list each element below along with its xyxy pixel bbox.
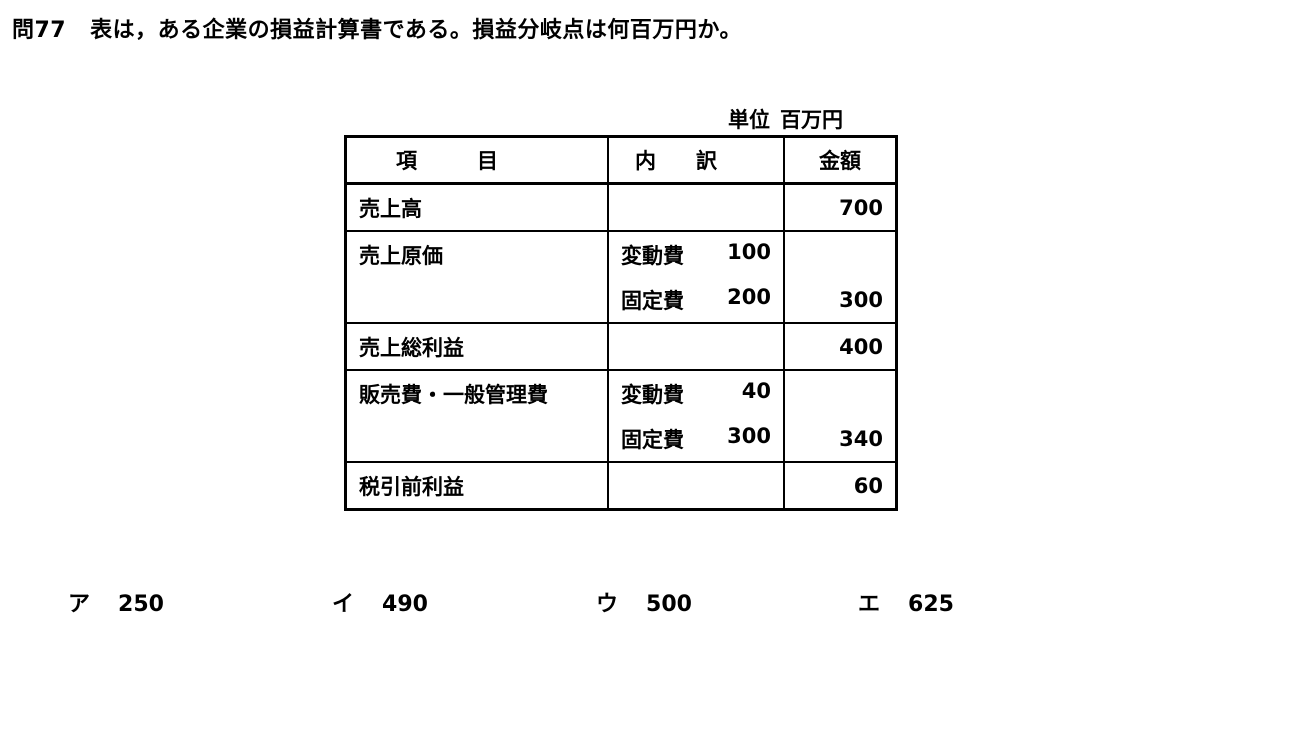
row-amount: 700 — [783, 183, 898, 232]
row-breakdown: 固定費 200 — [607, 277, 785, 324]
row-breakdown — [607, 462, 785, 510]
choice-key: イ — [332, 592, 355, 617]
row-item: 売上高 — [344, 183, 609, 232]
breakdown-label: 固定費 — [621, 288, 684, 313]
choice-a[interactable]: ア 250 — [68, 586, 164, 618]
table-row: 販売費・一般管理費 変動費 40 — [344, 370, 898, 416]
row-amount: 300 — [783, 277, 898, 324]
question-number: 問77 — [12, 18, 67, 43]
choice-e[interactable]: エ 625 — [858, 586, 954, 618]
row-amount: 340 — [783, 416, 898, 463]
header-amount: 金額 — [783, 136, 898, 185]
choice-key: エ — [858, 592, 881, 617]
table-row: 売上原価 変動費 100 — [344, 231, 898, 277]
row-item: 販売費・一般管理費 — [344, 370, 609, 416]
row-item — [344, 416, 609, 463]
question-text: 表は，ある企業の損益計算書である。損益分岐点は何百万円か。 — [90, 18, 742, 43]
breakdown-label: 変動費 — [621, 382, 684, 407]
breakdown-value: 40 — [741, 378, 771, 403]
unit-caption: 単位 — [728, 108, 770, 132]
row-breakdown — [607, 183, 785, 232]
choice-value: 250 — [118, 592, 164, 617]
choice-value: 490 — [382, 592, 428, 617]
answer-choices: ア 250 イ 490 ウ 500 エ 625 — [0, 586, 1290, 618]
row-item — [344, 277, 609, 324]
row-amount: 60 — [783, 462, 898, 510]
unit-label: 単位 百万円 — [728, 104, 843, 134]
table-row: 固定費 300 340 — [344, 416, 898, 463]
row-amount: 400 — [783, 323, 898, 371]
row-amount — [783, 370, 898, 416]
row-item: 売上総利益 — [344, 323, 609, 371]
table-row: 税引前利益 60 — [344, 462, 898, 510]
income-statement-table: 項目 内訳 金額 売上高 700 売上原価 変動費 100 固定費 200 300 … — [344, 135, 898, 511]
breakdown-value: 300 — [727, 423, 771, 448]
choice-u[interactable]: ウ 500 — [596, 586, 692, 618]
header-breakdown: 内訳 — [607, 136, 785, 185]
choice-i[interactable]: イ 490 — [332, 586, 428, 618]
header-item: 項目 — [344, 136, 609, 185]
choice-key: ア — [68, 592, 91, 617]
row-item: 税引前利益 — [344, 462, 609, 510]
row-item: 売上原価 — [344, 231, 609, 277]
row-amount — [783, 231, 898, 277]
row-breakdown: 変動費 40 — [607, 370, 785, 416]
row-breakdown: 変動費 100 — [607, 231, 785, 277]
table-row: 売上総利益 400 — [344, 323, 898, 371]
breakdown-value: 100 — [727, 239, 771, 264]
question-heading: 問77 表は，ある企業の損益計算書である。損益分岐点は何百万円か。 — [12, 12, 742, 44]
breakdown-label: 固定費 — [621, 427, 684, 452]
table-header-row: 項目 内訳 金額 — [344, 136, 898, 185]
row-breakdown: 固定費 300 — [607, 416, 785, 463]
table-row: 売上高 700 — [344, 183, 898, 232]
choice-key: ウ — [596, 592, 619, 617]
row-breakdown — [607, 323, 785, 371]
table-row: 固定費 200 300 — [344, 277, 898, 324]
breakdown-value: 200 — [727, 284, 771, 309]
breakdown-label: 変動費 — [621, 243, 684, 268]
choice-value: 500 — [646, 592, 692, 617]
unit-value: 百万円 — [780, 108, 843, 132]
choice-value: 625 — [908, 592, 954, 617]
